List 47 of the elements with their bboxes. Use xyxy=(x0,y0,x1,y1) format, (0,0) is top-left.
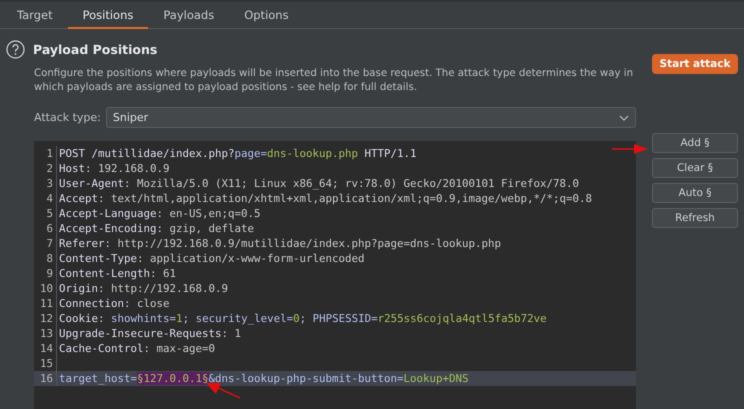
line-number: 14 xyxy=(34,341,57,356)
tab[interactable]: Positions xyxy=(68,2,148,29)
line-number: 4 xyxy=(34,191,57,206)
code-line: POST /mutillidae/index.php?page=dns-lookup.php HTTP/1.1 xyxy=(58,146,417,161)
tab[interactable]: Payloads xyxy=(148,2,230,29)
pointer-arrow xyxy=(612,144,648,154)
code-line: Content-Length: 61 xyxy=(58,266,176,281)
attack-type-label: Attack type: xyxy=(34,111,101,124)
section-title: Payload Positions xyxy=(33,42,158,56)
code-line: target_host=§127.0.0.1§&dns-lookup-php-submit-button=Lookup+DNS xyxy=(58,371,469,386)
start-attack-button[interactable]: Start attack xyxy=(652,54,738,74)
line-number: 12 xyxy=(34,311,57,326)
line-number: 6 xyxy=(34,221,57,236)
request-editor[interactable] xyxy=(34,141,636,409)
position-button[interactable]: Auto § xyxy=(652,183,738,203)
position-button[interactable]: Add § xyxy=(652,133,738,153)
position-button[interactable]: Clear § xyxy=(652,158,738,178)
line-number: 2 xyxy=(34,161,57,176)
line-number: 7 xyxy=(34,236,57,251)
line-number: 9 xyxy=(34,266,57,281)
code-line: Accept-Language: en-US,en;q=0.5 xyxy=(58,206,261,221)
line-number: 8 xyxy=(34,251,57,266)
help-icon[interactable] xyxy=(6,40,25,58)
line-number: 5 xyxy=(34,206,57,221)
code-line: User-Agent: Mozilla/5.0 (X11; Linux x86_64; rv:78.0) Gecko/20100101 Firefox/78.0 xyxy=(58,176,580,191)
code-line: Cache-Control: max-age=0 xyxy=(58,341,216,356)
line-number: 1 xyxy=(34,146,57,161)
position-button[interactable]: Refresh xyxy=(652,208,738,228)
code-line: Upgrade-Insecure-Requests: 1 xyxy=(58,326,242,341)
section-description: Configure the positions where payloads will be inserted into the base request. The attack type determines the way in which payloads are assigned to payload positions - see help for full details. xyxy=(34,67,634,95)
code-line: Connection: close xyxy=(58,296,170,311)
attack-type-select[interactable]: Sniper xyxy=(106,107,636,128)
code-line: Accept-Encoding: gzip, deflate xyxy=(58,221,254,236)
line-number: 16 xyxy=(34,371,57,386)
line-number: 11 xyxy=(34,296,57,311)
code-line: Content-Type: application/x-www-form-urlencoded xyxy=(58,251,365,266)
line-number: 13 xyxy=(34,326,57,341)
line-number: 10 xyxy=(34,281,57,296)
tab[interactable]: Target xyxy=(2,2,68,29)
code-line: Referer: http://192.168.0.9/mutillidae/index.php?page=dns-lookup.php xyxy=(58,236,502,251)
chevron-down-icon xyxy=(619,114,629,120)
code-line: Accept: text/html,application/xhtml+xml,application/xml;q=0.9,image/webp,*/*;q=0.8 xyxy=(58,191,592,206)
code-line: Host: 192.168.0.9 xyxy=(58,161,170,176)
line-number: 3 xyxy=(34,176,57,191)
code-line: Cookie: showhints=1; security_level=0; PHPSESSID=r255ss6cojqla4qtl5fa5b72ve xyxy=(58,311,547,326)
tab[interactable]: Options xyxy=(229,2,304,29)
code-line: Origin: http://192.168.0.9 xyxy=(58,281,228,296)
